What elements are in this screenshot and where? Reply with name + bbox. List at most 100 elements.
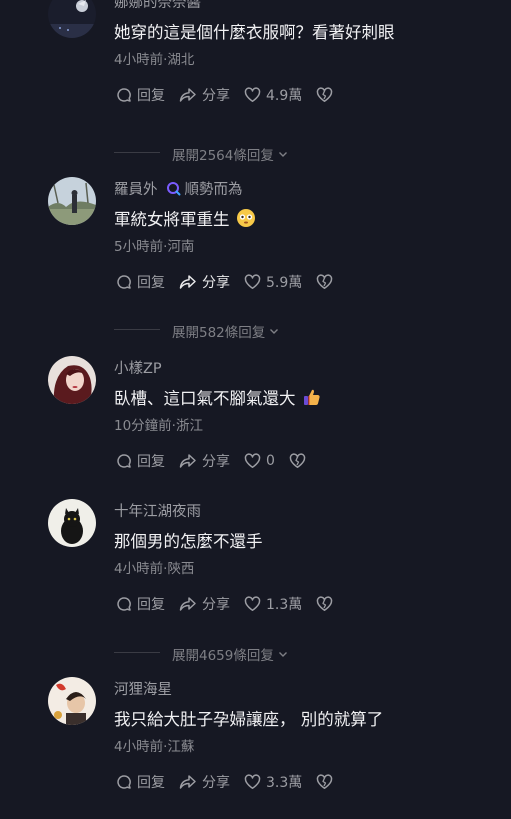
reply-button[interactable]: 回复: [116, 272, 165, 292]
like-button[interactable]: 1.3萬: [244, 594, 302, 614]
share-label: 分享: [202, 275, 230, 291]
share-arrow-icon: [179, 454, 196, 468]
reply-button[interactable]: 回复: [116, 772, 165, 792]
search-tag-icon: [166, 181, 180, 195]
user-tag-label: 順勢而為: [184, 181, 243, 198]
chevron-down-icon: [278, 152, 287, 157]
comment-meta: 4小時前·陝西: [114, 561, 195, 577]
share-button[interactable]: 分享: [179, 85, 230, 105]
comment-text-content: 軍統女將軍重生: [114, 210, 230, 229]
comment-text: 軍統女將軍重生: [114, 206, 256, 230]
chevron-down-icon: [270, 329, 279, 334]
username[interactable]: 十年江湖夜雨: [114, 500, 201, 521]
like-button[interactable]: 3.3萬: [244, 772, 302, 792]
expand-replies: 展開4659條回复: [0, 643, 511, 664]
comment-meta: 4小時前·江蘇: [114, 739, 195, 755]
broken-heart-icon: [317, 774, 333, 789]
thumbs-up-emoji: [303, 389, 320, 405]
divider-line: [114, 152, 160, 153]
comment-bubble-icon: [117, 275, 131, 289]
comment-actions: 回复 分享 0: [116, 451, 325, 471]
reply-label: 回复: [137, 775, 165, 791]
comment-text: 我只給大肚子孕婦讓座， 別的就算了: [114, 706, 383, 730]
like-count: 3.3萬: [266, 775, 303, 791]
like-button[interactable]: 5.9萬: [244, 272, 302, 292]
like-count: 5.9萬: [266, 275, 303, 291]
avatar[interactable]: [48, 177, 96, 225]
broken-heart-icon: [289, 453, 306, 468]
avatar[interactable]: [48, 356, 96, 404]
comment-meta: 4小時前·湖北: [114, 52, 195, 68]
like-count: 4.9萬: [266, 88, 303, 104]
divider-line: [114, 652, 160, 653]
share-button[interactable]: 分享: [179, 272, 230, 292]
comment-bubble-icon: [117, 775, 131, 789]
reply-button[interactable]: 回复: [116, 451, 165, 471]
like-button[interactable]: 0: [244, 453, 275, 469]
avatar[interactable]: [48, 677, 96, 725]
username-text[interactable]: 十年江湖夜雨: [114, 500, 201, 521]
dislike-button[interactable]: [316, 274, 338, 290]
reply-label: 回复: [137, 454, 165, 470]
expand-replies-label: 展開4659條回复: [172, 648, 274, 664]
share-arrow-icon: [179, 775, 196, 789]
username[interactable]: 河狸海星: [114, 678, 172, 699]
username-text[interactable]: 娜娜的奈奈醬: [114, 0, 201, 12]
username-text[interactable]: 小樣ZP: [114, 357, 162, 378]
share-arrow-icon: [179, 275, 196, 289]
comment-text-content: 臥槽、這口氣不腳氣還大: [114, 389, 296, 408]
comment-meta: 10分鐘前·浙江: [114, 418, 203, 434]
dislike-button[interactable]: [316, 596, 338, 612]
comment-bubble-icon: [117, 88, 131, 102]
expand-replies: 展開582條回复: [0, 320, 511, 341]
flushed-face-emoji: [236, 209, 255, 227]
expand-replies-button[interactable]: 展開4659條回复: [172, 644, 289, 664]
heart-icon: [244, 453, 261, 468]
comment-text-content: 我只給大肚子孕婦讓座， 別的就算了: [114, 710, 384, 729]
reply-label: 回复: [137, 597, 165, 613]
username-text[interactable]: 河狸海星: [114, 678, 172, 699]
share-button[interactable]: 分享: [179, 594, 230, 614]
comment-text-content: 她穿的這是個什麼衣服啊？看著好刺眼: [114, 23, 395, 42]
dislike-button[interactable]: [289, 453, 311, 469]
broken-heart-icon: [317, 274, 333, 289]
heart-icon: [244, 596, 261, 611]
username-text[interactable]: 羅員外: [114, 178, 158, 199]
like-button[interactable]: 4.9萬: [244, 85, 302, 105]
share-label: 分享: [202, 597, 230, 613]
heart-icon: [244, 774, 261, 789]
broken-heart-icon: [317, 596, 333, 611]
username[interactable]: 羅員外 順勢而為: [114, 178, 243, 199]
comment-text-content: 那個男的怎麼不還手: [114, 532, 263, 551]
username[interactable]: 小樣ZP: [114, 357, 162, 378]
comment-bubble-icon: [117, 597, 131, 611]
comment-meta: 5小時前·河南: [114, 239, 195, 255]
username[interactable]: 娜娜的奈奈醬: [114, 0, 201, 12]
reply-button[interactable]: 回复: [116, 85, 165, 105]
share-arrow-icon: [179, 597, 196, 611]
avatar[interactable]: [48, 0, 96, 38]
expand-replies-button[interactable]: 展開582條回复: [172, 321, 280, 341]
comment-actions: 回复 分享 1.3萬: [116, 594, 352, 614]
avatar[interactable]: [48, 499, 96, 547]
divider-line: [114, 329, 160, 330]
comment-text: 臥槽、這口氣不腳氣還大: [114, 385, 322, 409]
comment-actions: 回复 分享 3.3萬: [116, 772, 352, 792]
share-button[interactable]: 分享: [179, 451, 230, 471]
comment-text: 那個男的怎麼不還手: [114, 528, 263, 552]
share-button[interactable]: 分享: [179, 772, 230, 792]
dislike-button[interactable]: [316, 87, 338, 103]
share-arrow-icon: [179, 88, 196, 102]
heart-icon: [244, 87, 261, 102]
share-label: 分享: [202, 775, 230, 791]
comment-actions: 回复 分享 5.9萬: [116, 272, 352, 292]
heart-icon: [244, 274, 261, 289]
expand-replies: 展開2564條回复: [0, 143, 511, 164]
user-tag[interactable]: 順勢而為: [166, 178, 243, 199]
reply-button[interactable]: 回复: [116, 594, 165, 614]
expand-replies-button[interactable]: 展開2564條回复: [172, 144, 289, 164]
dislike-button[interactable]: [316, 774, 338, 790]
comment-text: 她穿的這是個什麼衣服啊？看著好刺眼: [114, 19, 395, 43]
share-label: 分享: [202, 454, 230, 470]
chevron-down-icon: [278, 652, 287, 657]
